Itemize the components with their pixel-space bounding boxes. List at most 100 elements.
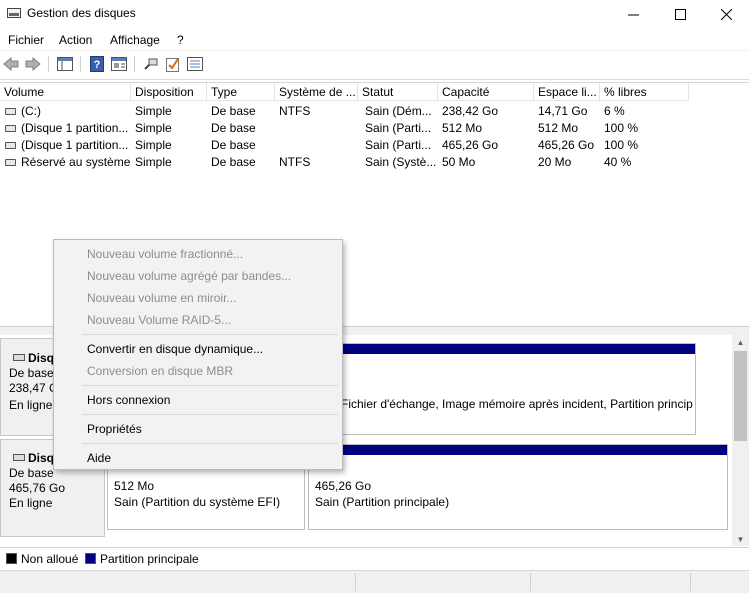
menu-item-help[interactable]: Aide: [87, 451, 111, 465]
cell-free-space: 20 Mo: [538, 155, 572, 169]
primary-partition-bar: [306, 344, 695, 354]
help-icon: ?: [90, 56, 104, 72]
table-row[interactable]: Réservé au système Simple De base NTFS S…: [0, 154, 749, 171]
menu-item-new-spanned-volume[interactable]: Nouveau volume fractionné...: [87, 247, 243, 261]
cell-status: Sain (Parti...: [365, 121, 432, 135]
disk-view-scrollbar[interactable]: ▲ ▼: [732, 335, 749, 546]
partition-status: Sain (Partition du système EFI): [114, 495, 281, 509]
cell-filesystem: [279, 120, 356, 137]
menu-item-offline[interactable]: Hors connexion: [87, 393, 170, 407]
column-header-percent-free[interactable]: % libres: [600, 83, 689, 101]
console-tree-icon: [57, 57, 73, 71]
cell-filesystem: [279, 137, 356, 154]
column-header-capacity[interactable]: Capacité: [438, 83, 534, 101]
table-row[interactable]: (Disque 1 partition... Simple De base Sa…: [0, 137, 749, 154]
cell-volume: Réservé au système: [21, 155, 131, 169]
table-row[interactable]: (C:) Simple De base NTFS Sain (Dém... 23…: [0, 103, 749, 120]
disk-0-state: En ligne: [9, 398, 53, 412]
status-divider: [355, 573, 356, 591]
properties-icon: [111, 57, 127, 71]
menu-separator: [82, 443, 338, 444]
menu-item-new-raid5-volume[interactable]: Nouveau Volume RAID-5...: [87, 313, 231, 327]
window-title: Gestion des disques: [27, 6, 136, 20]
column-header-disposition[interactable]: Disposition: [131, 83, 207, 101]
menu-separator: [82, 334, 338, 335]
menu-item-new-mirrored-volume[interactable]: Nouveau volume en miroir...: [87, 291, 236, 305]
forward-button[interactable]: [24, 55, 42, 73]
cell-status: Sain (Parti...: [365, 138, 432, 152]
check-button[interactable]: [164, 55, 182, 73]
cell-percent-free: 100 %: [604, 138, 639, 152]
cell-percent-free: 6 %: [604, 104, 625, 118]
scroll-up-arrow-icon[interactable]: ▲: [732, 335, 749, 349]
cell-filesystem: NTFS: [279, 155, 311, 169]
disk-icon: [13, 454, 25, 461]
volume-icon: [5, 125, 16, 132]
scrollbar-thumb[interactable]: [734, 351, 747, 441]
close-button[interactable]: [703, 0, 749, 28]
cell-volume: (C:): [21, 104, 41, 118]
cell-free-space: 14,71 Go: [538, 104, 588, 118]
cell-disposition: Simple: [135, 104, 172, 118]
cell-filesystem: NTFS: [279, 104, 311, 118]
title-bar: Gestion des disques: [0, 0, 749, 28]
disk-1-partition-main[interactable]: 465,26 Go Sain (Partition principale): [308, 444, 728, 530]
toolbar-separator: [80, 56, 81, 72]
status-bar: [0, 570, 749, 593]
minimize-icon: [627, 14, 639, 15]
disk-0-name: Disq: [28, 351, 55, 365]
console-tree-button[interactable]: [56, 55, 74, 73]
menu-item-convert-dynamic[interactable]: Convertir en disque dynamique...: [87, 342, 263, 356]
maximize-button[interactable]: [657, 0, 703, 28]
connect-button[interactable]: [142, 55, 160, 73]
toolbar-separator: [134, 56, 135, 72]
menu-fichier[interactable]: Fichier: [8, 33, 44, 47]
menu-help[interactable]: ?: [177, 33, 184, 47]
disk-0-partition-status: Fichier d'échange, Image mémoire après i…: [341, 397, 693, 411]
cell-disposition: Simple: [135, 138, 172, 152]
svg-text:?: ?: [94, 59, 101, 71]
cell-disposition: Simple: [135, 121, 172, 135]
menu-item-new-striped-volume[interactable]: Nouveau volume agrégé par bandes...: [87, 269, 291, 283]
legend: Non alloué Partition principale: [0, 547, 749, 570]
help-button[interactable]: ?: [88, 55, 106, 73]
volume-icon: [5, 142, 16, 149]
column-header-status[interactable]: Statut: [358, 83, 438, 101]
properties-button[interactable]: [110, 55, 128, 73]
list-button[interactable]: [186, 55, 204, 73]
cell-status: Sain (Dém...: [365, 104, 432, 118]
cell-capacity: 465,26 Go: [442, 138, 499, 152]
column-header-filesystem[interactable]: Système de ...: [275, 83, 358, 101]
legend-label-unallocated: Non alloué: [21, 552, 79, 566]
menu-bar: Fichier Action Affichage ?: [0, 28, 749, 51]
menu-item-convert-mbr[interactable]: Conversion en disque MBR: [87, 364, 233, 378]
minimize-button[interactable]: [610, 0, 656, 28]
forward-icon: [25, 57, 41, 71]
cell-status: Sain (Systè...: [365, 155, 437, 169]
column-header-type[interactable]: Type: [207, 83, 275, 101]
legend-swatch-unallocated: [6, 553, 17, 564]
list-icon: [187, 57, 203, 71]
status-divider: [690, 573, 691, 591]
table-row[interactable]: (Disque 1 partition... Simple De base Sa…: [0, 120, 749, 137]
menu-item-properties[interactable]: Propriétés: [87, 422, 142, 436]
partition-size: 512 Mo: [114, 479, 155, 493]
menu-affichage[interactable]: Affichage: [110, 33, 160, 47]
volume-icon: [5, 108, 16, 115]
disk-1-state: En ligne: [9, 496, 53, 510]
disk-icon: [13, 354, 25, 361]
column-header-free-space[interactable]: Espace li...: [534, 83, 600, 101]
column-header-volume[interactable]: Volume: [0, 83, 131, 101]
disk-0-partition[interactable]: Fichier d'échange, Image mémoire après i…: [305, 343, 696, 435]
menu-separator: [82, 385, 338, 386]
back-button[interactable]: [2, 55, 20, 73]
cell-type: De base: [211, 104, 256, 118]
legend-label-primary: Partition principale: [100, 552, 199, 566]
disk-1-size: 465,76 Go: [9, 481, 66, 495]
menu-separator: [82, 414, 338, 415]
legend-swatch-primary: [85, 553, 96, 564]
partition-status: Sain (Partition principale): [315, 495, 450, 509]
scroll-down-arrow-icon[interactable]: ▼: [732, 532, 749, 546]
menu-action[interactable]: Action: [59, 33, 92, 47]
disk-0-type: De base: [9, 366, 54, 380]
